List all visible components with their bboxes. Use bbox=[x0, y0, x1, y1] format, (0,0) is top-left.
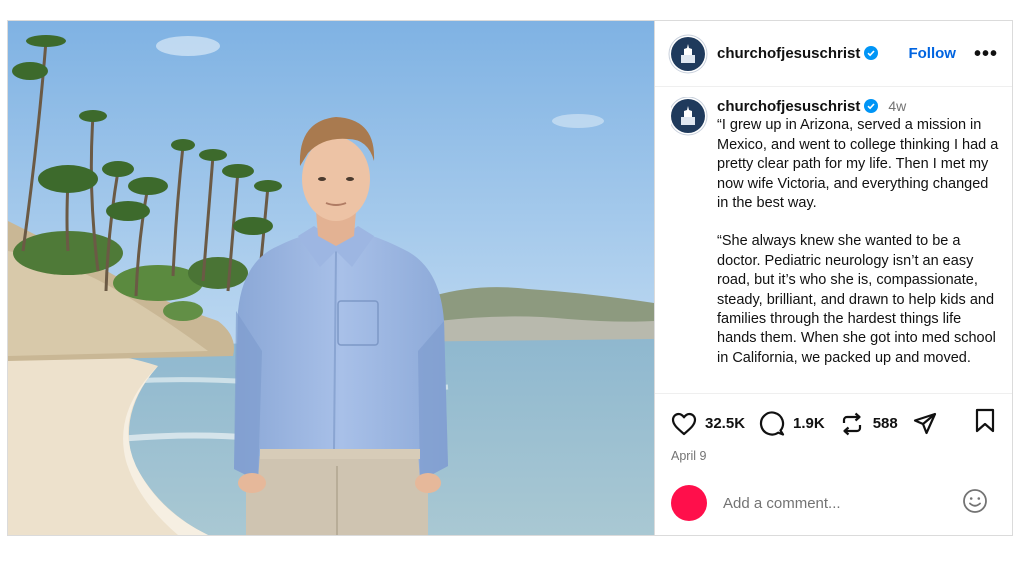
like-count[interactable]: 32.5K bbox=[705, 415, 745, 432]
account-avatar[interactable] bbox=[671, 36, 705, 71]
comment-icon bbox=[759, 410, 785, 436]
post-photo[interactable] bbox=[8, 21, 654, 535]
post-age[interactable]: 4w bbox=[888, 97, 906, 116]
verified-badge-icon bbox=[864, 46, 879, 60]
repost-count[interactable]: 588 bbox=[873, 415, 898, 432]
verified-badge-icon bbox=[864, 99, 879, 113]
temple-logo-icon bbox=[681, 106, 695, 125]
caption-handle[interactable]: churchofjesuschrist bbox=[717, 97, 879, 116]
caption-paragraph: “She always knew she wanted to be a doct… bbox=[717, 233, 996, 366]
post-header: churchofjesuschrist Follow ••• bbox=[655, 21, 1012, 87]
like-button[interactable]: 32.5K bbox=[671, 412, 745, 436]
post-date[interactable]: April 9 bbox=[655, 439, 1012, 463]
repost-button[interactable]: 588 bbox=[839, 411, 898, 437]
comment-composer bbox=[655, 485, 1012, 521]
account-handle[interactable]: churchofjesuschrist bbox=[717, 45, 879, 62]
share-button[interactable] bbox=[912, 411, 938, 437]
save-button[interactable] bbox=[974, 408, 996, 439]
bookmark-icon bbox=[975, 408, 995, 433]
temple-logo-icon bbox=[681, 43, 695, 63]
caption-header: churchofjesuschrist 4w bbox=[717, 97, 1000, 116]
post-actions-section: 32.5K 1.9K 588 April 9 bbox=[655, 393, 1012, 463]
caption-text: churchofjesuschrist 4w “I grew up in Ari… bbox=[717, 97, 1000, 387]
emoji-button[interactable] bbox=[962, 488, 988, 519]
more-options-icon[interactable]: ••• bbox=[974, 44, 998, 64]
beach-portrait-image bbox=[8, 21, 654, 535]
post-sidebar: churchofjesuschrist Follow ••• churchofj… bbox=[654, 21, 1012, 535]
heart-icon bbox=[671, 412, 697, 435]
share-icon bbox=[913, 412, 936, 434]
instagram-post: churchofjesuschrist Follow ••• churchofj… bbox=[7, 20, 1013, 536]
user-avatar[interactable] bbox=[671, 485, 707, 521]
post-caption: churchofjesuschrist 4w “I grew up in Ari… bbox=[671, 97, 1000, 387]
comment-button[interactable]: 1.9K bbox=[759, 410, 825, 437]
action-bar: 32.5K 1.9K 588 bbox=[655, 394, 1012, 439]
caption-paragraph: “I grew up in Arizona, served a mission … bbox=[717, 117, 999, 212]
emoji-icon bbox=[963, 488, 987, 513]
repost-icon bbox=[842, 412, 861, 435]
comment-input[interactable] bbox=[721, 493, 962, 513]
comment-count[interactable]: 1.9K bbox=[793, 415, 825, 432]
follow-button[interactable]: Follow bbox=[908, 45, 956, 62]
caption-avatar[interactable] bbox=[671, 99, 705, 133]
